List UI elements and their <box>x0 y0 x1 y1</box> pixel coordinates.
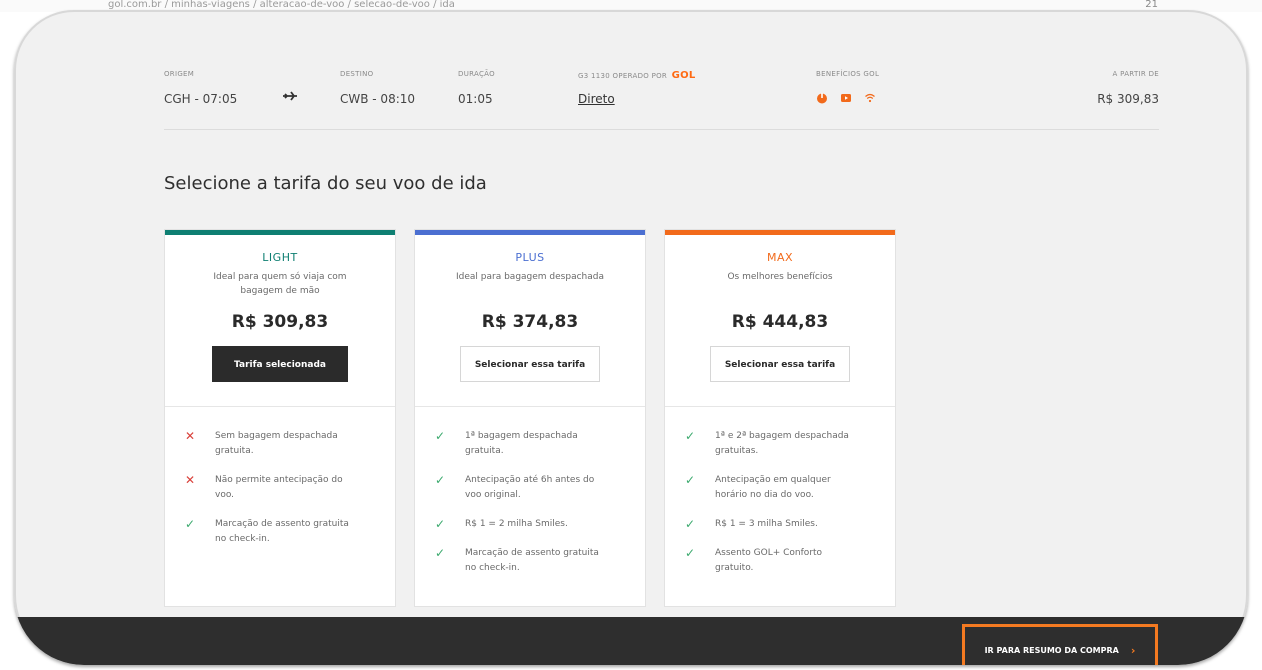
feature-text: 1ª e 2ª bagagem despachada gratuitas. <box>715 431 849 456</box>
feature-text: R$ 1 = 3 milha Smiles. <box>715 519 818 529</box>
fare-name: PLUS <box>515 251 545 264</box>
operator-column: G3 1130 OPERADO POR GOL Direto <box>578 70 696 106</box>
feature-item: ✕ Sem bagagem despachada gratuita. <box>185 429 395 459</box>
power-icon <box>817 93 827 104</box>
origin-column: ORIGEM CGH - 07:05 <box>164 70 237 106</box>
fare-features: ✓ 1ª e 2ª bagagem despachada gratuitas. … <box>665 407 895 576</box>
feature-text: Antecipação até 6h antes do voo original… <box>465 475 595 500</box>
benefit-icons <box>816 92 879 104</box>
wifi-icon <box>865 93 875 103</box>
benefits-column: BENEFÍCIOS GOL <box>816 70 879 104</box>
check-icon: ✓ <box>185 517 196 531</box>
feature-item: ✓ Marcação de assento gratuita no check-… <box>185 517 395 547</box>
feature-item: ✓ Antecipação em qualquer horário no dia… <box>685 473 895 503</box>
duration-value: 01:05 <box>458 92 493 106</box>
fare-card-light: LIGHT Ideal para quem só viaja com bagag… <box>164 229 396 607</box>
feature-item: ✓ 1ª e 2ª bagagem despachada gratuitas. <box>685 429 895 459</box>
fare-price: R$ 309,83 <box>231 312 329 332</box>
feature-text: Não permite antecipação do voo. <box>215 475 343 500</box>
check-icon: ✓ <box>435 546 446 560</box>
destination-column: DESTINO CWB - 08:10 <box>340 70 415 106</box>
check-icon: ✓ <box>685 429 696 443</box>
bottom-action-bar: IR PARA RESUMO DA COMPRA › <box>14 617 1248 665</box>
feature-text: R$ 1 = 2 milha Smiles. <box>465 519 568 529</box>
check-icon: ✓ <box>685 546 696 560</box>
feature-text: Marcação de assento gratuita no check-in… <box>215 519 349 544</box>
check-icon: ✓ <box>685 473 696 487</box>
fare-card-max: MAX Os melhores benefícios R$ 444,83 Sel… <box>664 229 896 607</box>
operator-label: G3 1130 OPERADO POR GOL <box>578 70 696 82</box>
flight-summary: ORIGEM CGH - 07:05 DESTINO CWB - 08:10 D… <box>164 70 1159 130</box>
select-fare-button[interactable]: Selecionar essa tarifa <box>460 346 600 382</box>
plane-icon <box>283 91 297 101</box>
fare-description: Ideal para quem só viaja com bagagem de … <box>213 272 347 296</box>
fare-price: R$ 374,83 <box>481 312 579 332</box>
feature-text: Marcação de assento gratuita no check-in… <box>465 548 599 573</box>
feature-text: Sem bagagem despachada gratuita. <box>215 431 338 456</box>
fare-name: LIGHT <box>262 251 298 264</box>
feature-text: Assento GOL+ Conforto gratuito. <box>715 548 823 573</box>
destination-label: DESTINO <box>340 70 374 78</box>
cta-label: IR PARA RESUMO DA COMPRA <box>984 645 1119 655</box>
fare-name: MAX <box>766 251 794 264</box>
check-icon: ✓ <box>435 517 446 531</box>
chevron-right-icon: › <box>1130 643 1136 657</box>
gol-logo: GOL <box>671 70 696 81</box>
duration-column: DURAÇÃO 01:05 <box>458 70 495 106</box>
select-fare-button[interactable]: Selecionar essa tarifa <box>710 346 850 382</box>
price-from-column: A PARTIR DE R$ 309,83 <box>1097 70 1159 106</box>
go-to-summary-button[interactable]: IR PARA RESUMO DA COMPRA › <box>962 624 1158 665</box>
origin-label: ORIGEM <box>164 70 195 78</box>
x-icon: ✕ <box>185 429 196 443</box>
check-icon: ✓ <box>435 429 446 443</box>
x-icon: ✕ <box>185 473 196 487</box>
url-text: gol.com.br / minhas-viagens / alteracao-… <box>108 0 455 10</box>
feature-item: ✓ R$ 1 = 3 milha Smiles. <box>685 517 895 532</box>
fare-card-header: MAX Os melhores benefícios R$ 444,83 Sel… <box>665 235 895 407</box>
feature-item: ✓ R$ 1 = 2 milha Smiles. <box>435 517 645 532</box>
feature-item: ✕ Não permite antecipação do voo. <box>185 473 395 503</box>
feature-text: 1ª bagagem despachada gratuita. <box>465 431 578 456</box>
direct-flight-link[interactable]: Direto <box>578 92 696 106</box>
entertainment-icon <box>841 94 851 102</box>
url-corner-text: 21 <box>1145 0 1158 10</box>
feature-item: ✓ Assento GOL+ Conforto gratuito. <box>685 546 895 576</box>
destination-value: CWB - 08:10 <box>340 92 416 106</box>
fare-card-header: LIGHT Ideal para quem só viaja com bagag… <box>165 235 395 407</box>
fare-description: Ideal para bagagem despachada <box>456 272 604 282</box>
benefits-label: BENEFÍCIOS GOL <box>816 70 880 78</box>
section-title: Selecione a tarifa do seu voo de ida <box>164 173 487 194</box>
operator-label-text: G3 1130 OPERADO POR <box>578 72 668 80</box>
check-icon: ✓ <box>435 473 446 487</box>
fare-card-header: PLUS Ideal para bagagem despachada R$ 37… <box>415 235 645 407</box>
fare-description: Os melhores benefícios <box>727 272 833 282</box>
fare-selected-button[interactable]: Tarifa selecionada <box>212 346 348 382</box>
fare-card-plus: PLUS Ideal para bagagem despachada R$ 37… <box>414 229 646 607</box>
feature-item: ✓ Antecipação até 6h antes do voo origin… <box>435 473 645 503</box>
fare-features: ✕ Sem bagagem despachada gratuita. ✕ Não… <box>165 407 395 547</box>
fare-features: ✓ 1ª bagagem despachada gratuita. ✓ Ante… <box>415 407 645 576</box>
origin-value: CGH - 07:05 <box>164 92 238 106</box>
price-from-value: R$ 309,83 <box>1097 92 1159 106</box>
feature-text: Antecipação em qualquer horário no dia d… <box>715 475 831 500</box>
price-from-label: A PARTIR DE <box>1112 70 1159 78</box>
duration-label: DURAÇÃO <box>458 70 495 78</box>
feature-item: ✓ Marcação de assento gratuita no check-… <box>435 546 645 576</box>
feature-item: ✓ 1ª bagagem despachada gratuita. <box>435 429 645 459</box>
check-icon: ✓ <box>685 517 696 531</box>
page-frame: ORIGEM CGH - 07:05 DESTINO CWB - 08:10 D… <box>14 10 1248 665</box>
fare-price: R$ 444,83 <box>731 312 829 332</box>
